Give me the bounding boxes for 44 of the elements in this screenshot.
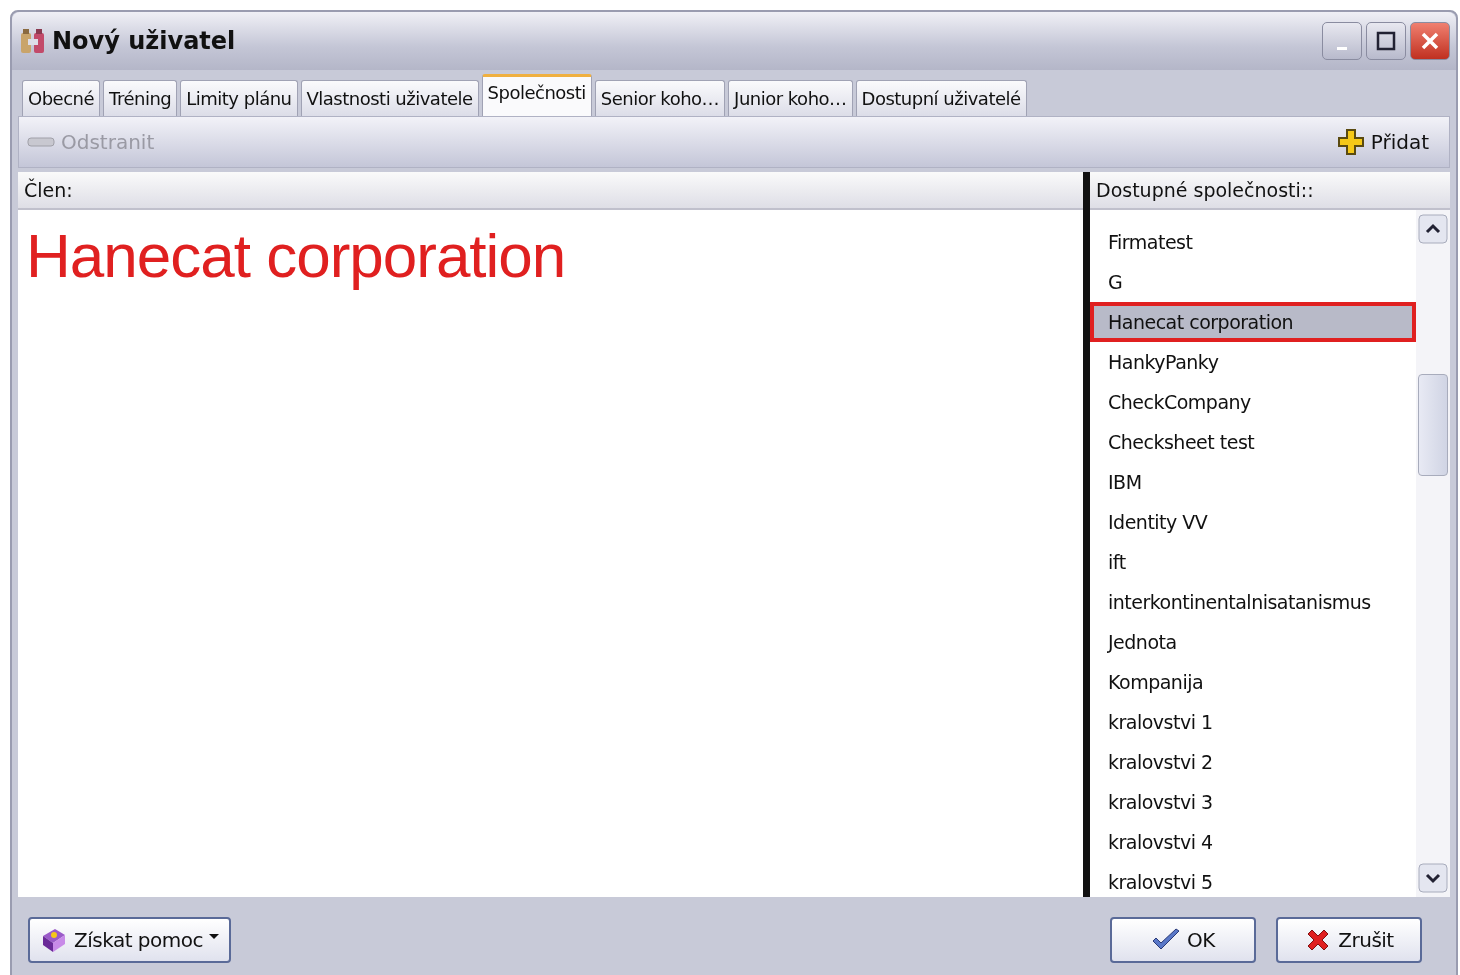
scroll-down-icon[interactable] — [1418, 863, 1448, 893]
tab[interactable]: Dostupní uživatelé — [855, 80, 1027, 116]
plus-icon — [1336, 128, 1365, 156]
tab[interactable]: Limity plánu — [180, 80, 298, 116]
list-item[interactable]: Identity VV — [1090, 502, 1416, 542]
list-item[interactable]: Kompanija — [1090, 662, 1416, 702]
add-button[interactable]: Přidat — [1336, 128, 1429, 156]
tab[interactable]: Obecné — [22, 80, 101, 116]
list-item[interactable]: IBM — [1090, 462, 1416, 502]
tab[interactable]: Vlastnosti uživatele — [300, 80, 479, 116]
panel-header: Člen: — [18, 172, 1083, 210]
list-item[interactable]: Firmatest — [1090, 222, 1416, 262]
ok-button[interactable]: OK — [1110, 917, 1256, 963]
list-item[interactable]: Hanecat corporation — [1090, 302, 1416, 342]
list-item[interactable]: G — [1090, 262, 1416, 302]
list-item[interactable]: Checksheet test — [1090, 422, 1416, 462]
list-item[interactable]: interkontinentalnisatanismus — [1090, 582, 1416, 622]
list-item[interactable]: HankyPanky — [1090, 342, 1416, 382]
list-item[interactable]: Jednota — [1090, 622, 1416, 662]
list-item[interactable]: kralovstvi 5 — [1090, 862, 1416, 897]
list-item[interactable]: kralovstvi 3 — [1090, 782, 1416, 822]
caret-icon — [209, 933, 219, 939]
scroll-thumb[interactable] — [1418, 374, 1448, 476]
remove-icon — [27, 136, 55, 148]
window-title: Nový uživatel — [52, 27, 236, 55]
member-name: Hanecat corporation — [25, 220, 567, 292]
maximize-button[interactable] — [1366, 22, 1406, 60]
list-item[interactable]: kralovstvi 2 — [1090, 742, 1416, 782]
list-item[interactable]: kralovstvi 1 — [1090, 702, 1416, 742]
panel-header: Dostupné společnosti:: — [1090, 172, 1450, 210]
scroll-up-icon[interactable] — [1418, 214, 1448, 244]
minimize-icon — [1337, 46, 1347, 50]
scrollbar[interactable] — [1416, 210, 1450, 897]
close-button[interactable] — [1410, 22, 1450, 60]
tab[interactable]: Junior koho… — [728, 80, 853, 116]
tab[interactable]: Senior koho… — [594, 80, 726, 116]
tab[interactable]: Společnosti — [481, 74, 592, 116]
list-item[interactable]: kralovstvi 4 — [1090, 822, 1416, 862]
checkmark-icon — [1151, 928, 1182, 952]
list-item[interactable]: ift — [1090, 542, 1416, 582]
cancel-button[interactable]: Zrušit — [1276, 917, 1422, 963]
help-button[interactable]: Získat pomoc — [28, 917, 231, 963]
list-item[interactable]: CheckCompany — [1090, 382, 1416, 422]
tab[interactable]: Tréning — [103, 80, 178, 116]
